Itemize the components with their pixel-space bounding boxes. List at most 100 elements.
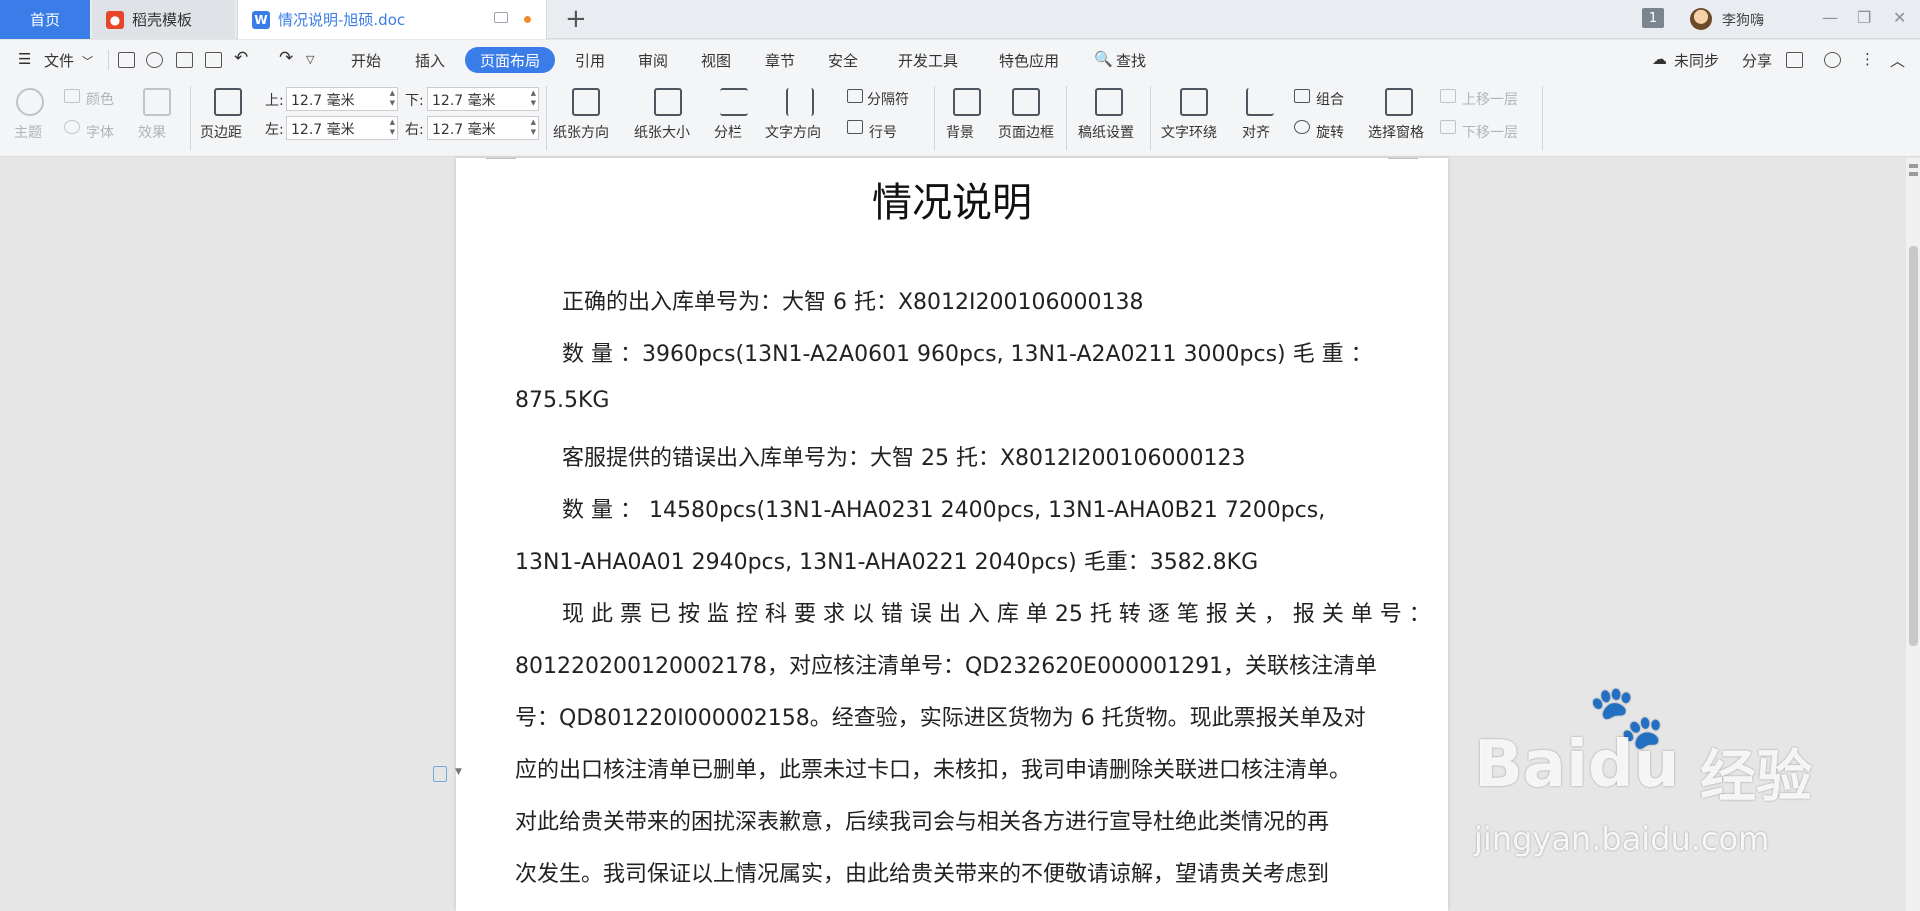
menu-security[interactable]: 安全 — [828, 50, 858, 71]
scroll-up-mark[interactable] — [1909, 172, 1918, 176]
chevron-down-icon[interactable]: ▼ — [455, 767, 462, 777]
print-icon[interactable] — [176, 52, 193, 68]
ribbon: 主题 颜色 字体 效果 页边距 上: 12.7 毫米 左: 12.7 毫米 下:… — [0, 80, 1920, 157]
menu-references[interactable]: 引用 — [575, 50, 605, 71]
scroll-up-mark[interactable] — [1909, 164, 1918, 168]
document-page[interactable]: 情况说明 正确的出入库单号为：大智 6 托：X8012I200106000138… — [456, 158, 1448, 911]
new-tab-button[interactable]: + — [565, 4, 587, 34]
background-button[interactable]: 背景 — [946, 122, 974, 142]
margin-left-input[interactable]: 12.7 毫米 — [286, 116, 398, 140]
close-icon[interactable]: ✕ — [1893, 8, 1906, 27]
menu-start[interactable]: 开始 — [351, 50, 381, 71]
paper-size-icon[interactable] — [654, 88, 682, 116]
menu-developer[interactable]: 开发工具 — [898, 50, 958, 71]
hamburger-icon[interactable]: ☰ — [18, 50, 31, 68]
paragraph-layout-icon[interactable] — [433, 766, 447, 782]
menu-special-features[interactable]: 特色应用 — [999, 50, 1059, 71]
margin-right-input[interactable]: 12.7 毫米 — [427, 116, 539, 140]
customize-quick-access-icon[interactable]: ▽ — [306, 53, 314, 66]
more-icon[interactable]: ⋮ — [1860, 50, 1875, 68]
manuscript-icon[interactable] — [1095, 88, 1123, 116]
collapse-ribbon-icon[interactable]: ︿ — [1890, 50, 1905, 71]
window-count-badge[interactable]: 1 — [1642, 8, 1664, 28]
margin-top-input[interactable]: 12.7 毫米 — [286, 87, 398, 111]
orientation-button[interactable]: 纸张方向 — [553, 122, 609, 142]
share-button[interactable]: 分享 — [1742, 50, 1772, 71]
doc-line[interactable]: 应的出口核注清单已删单，此票未过卡口，未核扣，我司申请删除关联进口核注清单。 — [515, 752, 1351, 784]
background-icon[interactable] — [953, 88, 981, 116]
orientation-icon[interactable] — [572, 88, 600, 116]
doc-line[interactable]: 对此给贵关带来的困扰深表歉意，后续我司会与相关各方进行宣导杜绝此类情况的再 — [515, 804, 1329, 836]
align-button[interactable]: 对齐 — [1242, 122, 1270, 142]
tab-home[interactable]: 首页 — [0, 0, 90, 39]
selection-pane-icon[interactable] — [1385, 88, 1413, 116]
chevron-down-icon[interactable]: ﹀ — [82, 53, 93, 69]
undo-icon[interactable]: ↶ — [234, 48, 248, 68]
group-button[interactable]: 组合 — [1316, 89, 1344, 109]
margins-button[interactable]: 页边距 — [200, 122, 242, 142]
document-title[interactable]: 情况说明 — [456, 170, 1448, 228]
text-direction-button[interactable]: 文字方向 — [765, 122, 821, 142]
menu-section[interactable]: 章节 — [765, 50, 795, 71]
menu-page-layout[interactable]: 页面布局 — [465, 47, 555, 73]
wrap-text-icon[interactable] — [1180, 88, 1208, 116]
page-border-button[interactable]: 页面边框 — [998, 122, 1054, 142]
menu-review[interactable]: 审阅 — [638, 50, 668, 71]
doc-line[interactable]: 801220200120002178，对应核注清单号：QD232620E0000… — [515, 648, 1377, 680]
minimize-icon[interactable]: — — [1822, 8, 1838, 27]
theme-button[interactable]: 主题 — [14, 122, 42, 142]
search-button[interactable]: 查找 — [1116, 50, 1146, 71]
doc-line[interactable]: 正确的出入库单号为：大智 6 托：X8012I200106000138 — [562, 284, 1144, 316]
restore-icon[interactable]: ❐ — [1857, 8, 1871, 27]
help-icon[interactable] — [1824, 52, 1841, 68]
menu-file[interactable]: 文件 — [44, 50, 74, 71]
redo-icon[interactable]: ↷ — [279, 48, 293, 68]
effect-button[interactable]: 效果 — [138, 122, 166, 142]
send-backward-button[interactable]: 下移一层 — [1462, 122, 1518, 142]
doc-line[interactable]: 13N1-AHA0A01 2940pcs, 13N1-AHA0221 2040p… — [515, 544, 1258, 576]
columns-button[interactable]: 分栏 — [714, 122, 742, 142]
tab-document[interactable]: W 情况说明-旭硕.doc — [237, 0, 547, 39]
margin-bottom-input[interactable]: 12.7 毫米 — [427, 87, 539, 111]
doc-line[interactable]: 客服提供的错误出入库单号为：大智 25 托：X8012I200106000123 — [562, 440, 1246, 472]
bring-forward-button[interactable]: 上移一层 — [1462, 89, 1518, 109]
align-icon[interactable] — [1246, 88, 1274, 116]
doc-line[interactable]: 数 量 ： 14580pcs(13N1-AHA0231 2400pcs, 13N… — [562, 492, 1325, 524]
wrap-text-button[interactable]: 文字环绕 — [1161, 122, 1217, 142]
effect-icon[interactable] — [143, 88, 171, 116]
monitor-icon[interactable] — [494, 12, 508, 23]
selection-pane-button[interactable]: 选择窗格 — [1368, 122, 1424, 142]
text-direction-icon[interactable] — [786, 88, 814, 116]
font-theme-button[interactable]: 字体 — [86, 122, 114, 142]
group-icon — [1294, 89, 1310, 103]
tab-daoke-templates[interactable]: ● 稻壳模板 — [92, 0, 235, 39]
breaks-button[interactable]: 分隔符 — [867, 89, 909, 109]
color-button[interactable]: 颜色 — [86, 89, 114, 109]
username[interactable]: 李狗嗨 — [1722, 10, 1764, 30]
avatar[interactable] — [1690, 8, 1712, 30]
line-numbers-button[interactable]: 行号 — [869, 122, 897, 142]
doc-line[interactable]: 数 量 ：3960pcs(13N1-A2A0601 960pcs, 13N1-A… — [562, 336, 1373, 368]
doc-line[interactable]: 现 此 票 已 按 监 控 科 要 求 以 错 误 出 入 库 单 25 托 转… — [562, 596, 1431, 628]
doc-line[interactable]: 号：QD801220I000002158。经查验，实际进区货物为 6 托货物。现… — [515, 700, 1366, 732]
columns-icon[interactable] — [720, 88, 748, 116]
vertical-scrollbar[interactable] — [1906, 158, 1920, 911]
save-icon[interactable] — [118, 52, 135, 68]
scrollbar-thumb[interactable] — [1909, 246, 1918, 646]
page-border-icon[interactable] — [1012, 88, 1040, 116]
menu-view[interactable]: 视图 — [701, 50, 731, 71]
document-workspace[interactable]: 情况说明 正确的出入库单号为：大智 6 托：X8012I200106000138… — [0, 158, 1906, 911]
comment-icon[interactable] — [1786, 52, 1803, 68]
doc-line[interactable]: 次发生。我司保证以上情况属实，由此给贵关带来的不便敬请谅解，望请贵关考虑到 — [515, 856, 1329, 888]
format-painter-icon[interactable] — [146, 52, 163, 68]
paper-size-button[interactable]: 纸张大小 — [634, 122, 690, 142]
print-preview-icon[interactable] — [205, 52, 222, 68]
sync-status[interactable]: 未同步 — [1674, 50, 1719, 71]
rotate-button[interactable]: 旋转 — [1316, 122, 1344, 142]
margins-icon[interactable] — [214, 88, 242, 116]
theme-icon[interactable] — [16, 88, 44, 116]
search-icon[interactable]: 🔍 — [1094, 50, 1113, 68]
manuscript-button[interactable]: 稿纸设置 — [1078, 122, 1134, 142]
menu-insert[interactable]: 插入 — [415, 50, 445, 71]
doc-line[interactable]: 875.5KG — [515, 388, 609, 413]
